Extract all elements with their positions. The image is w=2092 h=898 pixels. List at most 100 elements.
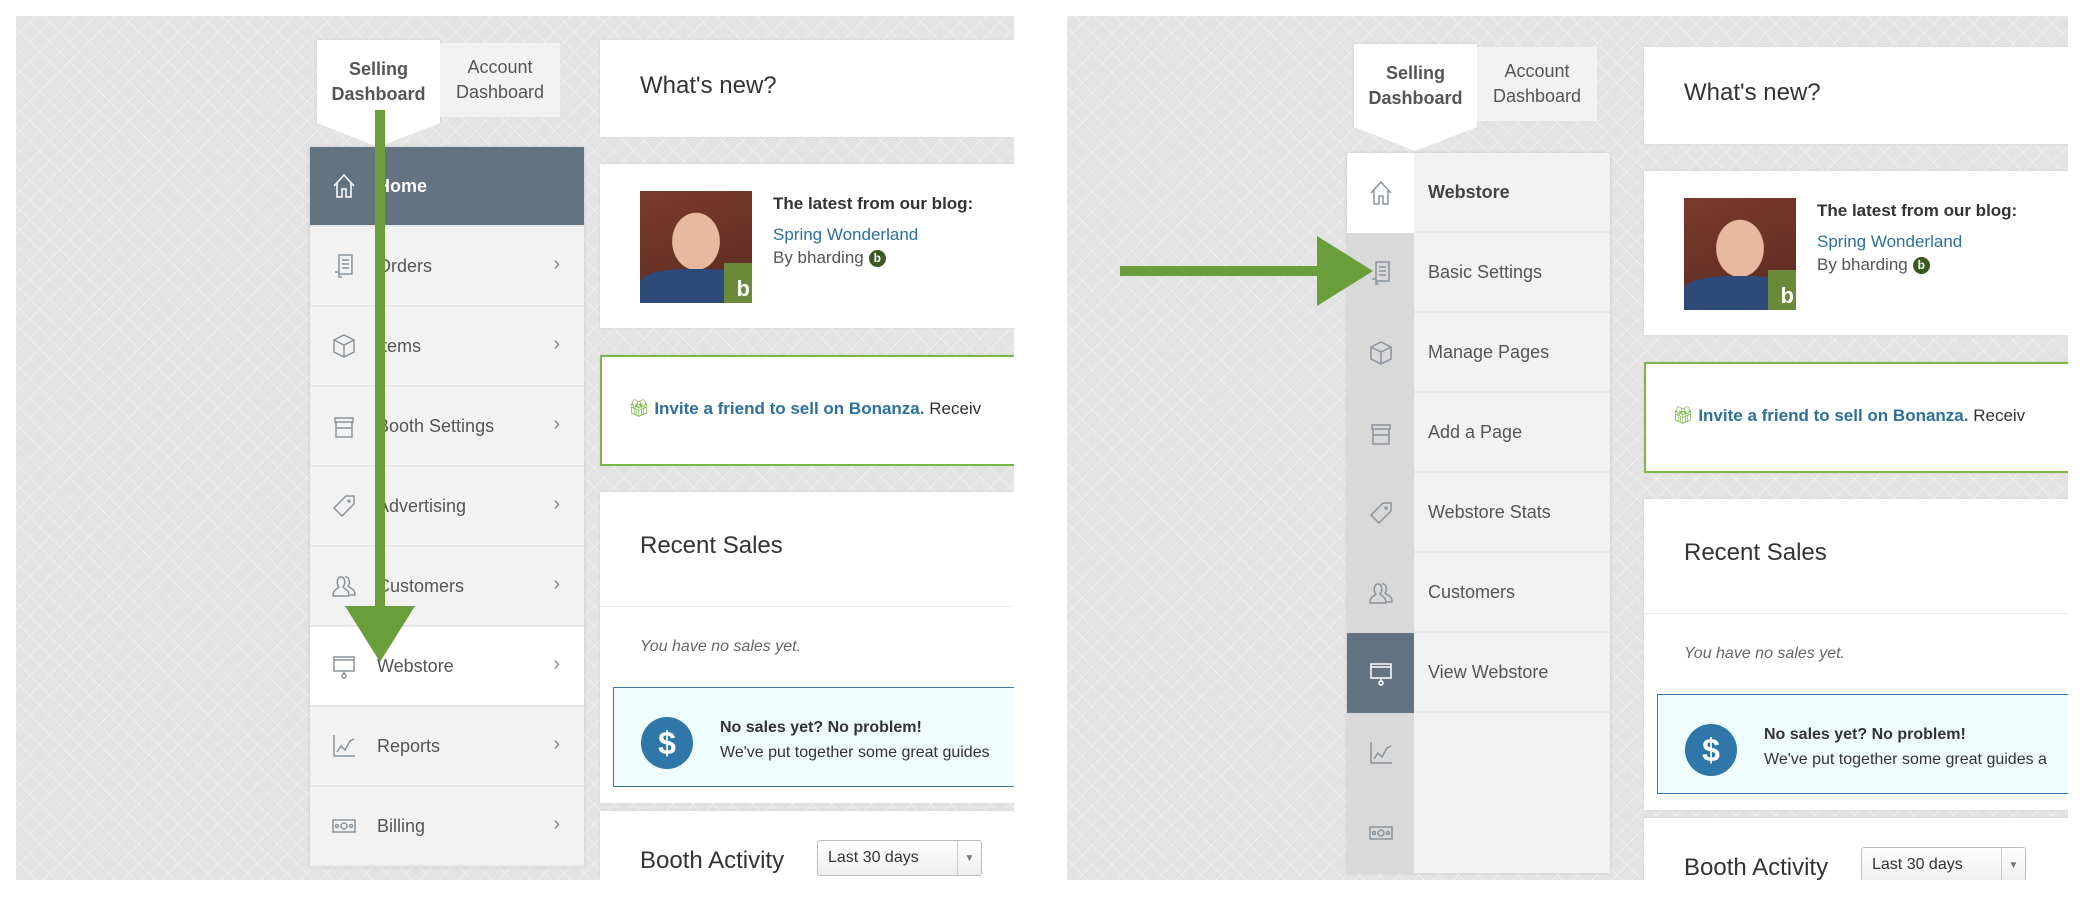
sidebar-item-reports[interactable]: Reports › bbox=[310, 707, 584, 787]
card-title: Recent Sales bbox=[1684, 539, 1827, 566]
date-range-select[interactable]: Last 30 days ▼ bbox=[817, 840, 982, 876]
whats-new-card: What's new? bbox=[600, 40, 1014, 137]
sidebar-item-label: Billing bbox=[377, 815, 426, 836]
tab-selling-dashboard[interactable]: Selling Dashboard bbox=[1354, 44, 1477, 151]
submenu-item-customers[interactable]: Customers bbox=[1414, 553, 1610, 633]
sidebar-icon-button[interactable] bbox=[1347, 553, 1414, 633]
submenu-item-basic-settings[interactable]: Basic Settings bbox=[1414, 233, 1610, 313]
icon-slot bbox=[310, 707, 377, 785]
submenu-title: Webstore bbox=[1414, 153, 1610, 233]
chevron-right-icon: › bbox=[553, 253, 560, 275]
webstore-sidebar: Webstore Basic Settings Manage Pages Add a … bbox=[1347, 153, 1610, 873]
dollar-icon: $ bbox=[1685, 724, 1737, 776]
sidebar-item-advertising[interactable]: Advertising › bbox=[310, 467, 584, 547]
gift-icon: 🎁︎ bbox=[1672, 406, 1694, 425]
submenu-item-add-a-page[interactable]: Add a Page bbox=[1414, 393, 1610, 473]
card-title: Booth Activity bbox=[1684, 854, 1829, 880]
recent-sales-card: Recent Sales You have no sales yet. $ No… bbox=[1644, 499, 2068, 810]
card-title: What's new? bbox=[640, 72, 777, 99]
users-icon bbox=[331, 576, 356, 597]
icon-slot bbox=[310, 147, 377, 225]
money-icon bbox=[331, 819, 356, 833]
promo-text: We've put together some great guides bbox=[720, 744, 990, 761]
tag-icon bbox=[332, 495, 355, 518]
promo-text: We've put together some great guides a bbox=[1764, 751, 2047, 768]
annotation-arrowhead bbox=[345, 606, 415, 662]
blog-heading: The latest from our blog: bbox=[1817, 201, 2018, 220]
icon-slot bbox=[310, 787, 377, 865]
tab-account-dashboard[interactable]: Account Dashboard bbox=[1477, 47, 1597, 121]
monitor-icon bbox=[1369, 663, 1392, 686]
box-icon bbox=[1369, 341, 1392, 365]
annotation-arrow-right bbox=[1120, 266, 1320, 276]
bonanza-badge-icon: b bbox=[868, 249, 886, 267]
store-icon bbox=[333, 417, 354, 438]
users-icon bbox=[1368, 583, 1393, 604]
chevron-right-icon: › bbox=[553, 653, 560, 675]
no-sales-text: You have no sales yet. bbox=[640, 638, 801, 655]
home-icon bbox=[1369, 180, 1392, 205]
sidebar-icon-button[interactable] bbox=[1347, 473, 1414, 553]
sidebar-item-home[interactable]: Home bbox=[310, 147, 584, 227]
dropdown-arrow-icon: ▼ bbox=[2001, 848, 2025, 880]
invite-card: 🎁︎ Invite a friend to sell on Bonanza. R… bbox=[1644, 362, 2068, 473]
date-range-select[interactable]: Last 30 days ▼ bbox=[1861, 847, 2026, 880]
box-icon bbox=[332, 334, 355, 358]
submenu-item-manage-pages[interactable]: Manage Pages bbox=[1414, 313, 1610, 393]
sidebar-icon-button[interactable] bbox=[1347, 393, 1414, 473]
no-sales-text: You have no sales yet. bbox=[1684, 645, 1845, 662]
sidebar-item-booth-settings[interactable]: Booth Settings › bbox=[310, 387, 584, 467]
recent-sales-card: Recent Sales You have no sales yet. $ No… bbox=[600, 492, 1014, 803]
sidebar-item-billing[interactable]: Billing › bbox=[310, 787, 584, 867]
blog-card: b The latest from our blog: Spring Wonde… bbox=[1644, 171, 2068, 335]
blog-post-link[interactable]: Spring Wonderland bbox=[773, 225, 918, 245]
card-title: Recent Sales bbox=[640, 532, 783, 559]
sidebar-icon-button[interactable] bbox=[1347, 713, 1414, 793]
tag-icon bbox=[1369, 502, 1392, 525]
gift-icon: 🎁︎ bbox=[628, 399, 650, 418]
submenu-item-webstore-stats[interactable]: Webstore Stats bbox=[1414, 473, 1610, 553]
chevron-right-icon: › bbox=[553, 733, 560, 755]
promo-title: No sales yet? No problem! bbox=[1764, 726, 1966, 743]
divider bbox=[600, 606, 1014, 607]
dollar-icon: $ bbox=[641, 717, 693, 769]
icon-slot bbox=[310, 307, 377, 385]
chevron-right-icon: › bbox=[553, 573, 560, 595]
booth-activity-card: Booth Activity Last 30 days ▼ bbox=[600, 811, 1014, 880]
card-title: Booth Activity bbox=[640, 847, 785, 874]
bonanza-badge-icon: b bbox=[1912, 256, 1930, 274]
chevron-right-icon: › bbox=[553, 333, 560, 355]
sidebar-icon-button[interactable] bbox=[1347, 633, 1414, 713]
sidebar-item-label: Orders bbox=[377, 255, 433, 276]
store-icon bbox=[1370, 424, 1391, 445]
blog-author: By bharding b bbox=[1817, 255, 1930, 275]
invite-link[interactable]: Invite a friend to sell on Bonanza. bbox=[1698, 406, 1968, 425]
chart-icon bbox=[1369, 742, 1392, 764]
card-title: What's new? bbox=[1684, 79, 1821, 106]
blog-card: b The latest from our blog: Spring Wonde… bbox=[600, 164, 1014, 328]
sidebar-item-label: Reports bbox=[377, 735, 441, 756]
sidebar-icon-button[interactable] bbox=[1347, 313, 1414, 393]
blog-heading: The latest from our blog: bbox=[773, 194, 974, 213]
whats-new-card: What's new? bbox=[1644, 47, 2068, 144]
sidebar-item-label: Advertising bbox=[377, 495, 467, 516]
author-photo: b bbox=[640, 191, 752, 303]
blog-post-link[interactable]: Spring Wonderland bbox=[1817, 232, 1962, 252]
divider bbox=[1644, 613, 2068, 614]
tab-account-dashboard[interactable]: Account Dashboard bbox=[440, 43, 560, 117]
submenu-item-view-webstore[interactable]: View Webstore bbox=[1414, 633, 1610, 713]
sidebar-item-orders[interactable]: Orders › bbox=[310, 227, 584, 307]
icon-slot bbox=[310, 387, 377, 465]
receipt-icon bbox=[334, 254, 353, 278]
sidebar-icon-button[interactable] bbox=[1347, 793, 1414, 873]
home-icon bbox=[332, 173, 355, 198]
chevron-right-icon: › bbox=[553, 493, 560, 515]
invite-link[interactable]: Invite a friend to sell on Bonanza. bbox=[654, 399, 924, 418]
invite-message: 🎁︎ Invite a friend to sell on Bonanza. R… bbox=[628, 399, 982, 418]
sidebar-item-items[interactable]: Items › bbox=[310, 307, 584, 387]
promo-title: No sales yet? No problem! bbox=[720, 719, 922, 736]
annotation-arrowhead bbox=[1317, 236, 1373, 306]
money-icon bbox=[1368, 826, 1393, 840]
sidebar-icon-button[interactable] bbox=[1347, 153, 1414, 233]
sidebar-nav: Home Orders › Items › Booth Settings › Advertis… bbox=[310, 147, 584, 867]
